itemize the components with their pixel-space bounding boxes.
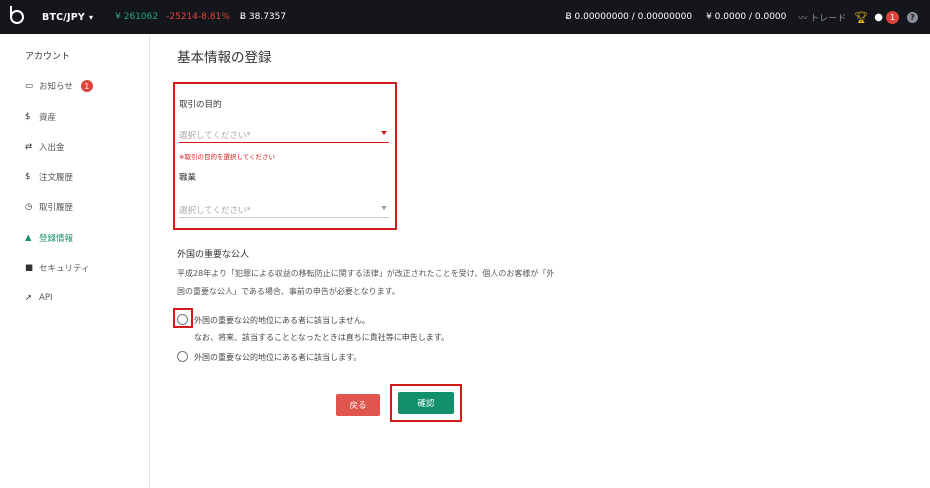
radio-option-applicable[interactable]: 外国の重要な公的地位にある者に該当します。 (177, 351, 362, 366)
caret-down-icon (381, 131, 387, 135)
sidebar-item-assets[interactable]: $ 資産 (25, 111, 56, 123)
sidebar-item-label: 注文履歴 (39, 173, 74, 183)
sidebar-item-deposit-withdraw[interactable]: ⇄ 入出金 (25, 141, 65, 153)
sidebar-item-security[interactable]: ■ セキュリティ (25, 262, 90, 274)
price-change: -25214-8.81% (166, 12, 230, 22)
sidebar-item-api[interactable]: ➚ API (25, 293, 52, 303)
sidebar-item-trade-history[interactable]: ◷ 取引履歴 (25, 201, 73, 213)
notification-count-badge: 1 (80, 80, 93, 92)
option1-line2: なお、将来、該当することとなったときは直ちに貴社等に申告します。 (194, 333, 449, 342)
logo-icon[interactable] (10, 6, 24, 24)
clock-icon: ◷ (25, 202, 33, 212)
sidebar: アカウント ▭ お知らせ 1 $ 資産 ⇄ 入出金 $ 注文履歴 ◷ 取引履歴 … (0, 34, 150, 488)
btc-balance: Ƀ 0.00000000 / 0.00000000 (565, 12, 693, 22)
notification-badge[interactable]: 1 (886, 10, 899, 24)
dollar-icon: $ (25, 112, 31, 122)
trade-link-label: トレード (810, 13, 847, 24)
sidebar-item-label: API (39, 293, 53, 303)
peps-paragraph-line1: 平成28年より「犯罪による収益の移転防止に関する法律」が改正されたことを受け、個… (177, 269, 555, 278)
sidebar-item-label: 登録情報 (39, 234, 74, 244)
sidebar-item-label: 取引履歴 (39, 203, 74, 213)
trade-link[interactable]: 〰 トレード (798, 11, 846, 24)
page-title: 基本情報の登録 (177, 50, 272, 66)
back-button[interactable]: 戻る (336, 394, 380, 416)
option2-label: 外国の重要な公的地位にある者に該当します。 (194, 353, 362, 362)
lock-icon: ■ (25, 263, 34, 273)
purpose-label: 取引の目的 (179, 100, 222, 110)
sidebar-item-notifications[interactable]: ▭ お知らせ 1 (25, 80, 93, 92)
pair-selector[interactable]: BTC/JPY ▾ (42, 12, 93, 23)
transfer-icon: ⇄ (25, 142, 33, 152)
user-icon[interactable]: ● (874, 12, 883, 23)
jpy-balance: ¥ 0.0000 / 0.0000 (706, 12, 787, 22)
peps-title: 外国の重要な公人 (177, 250, 250, 260)
peps-paragraph: 平成28年より「犯罪による収益の移転防止に関する法律」が改正されたことを受け、個… (177, 265, 554, 301)
sidebar-item-label: セキュリティ (39, 264, 90, 274)
radio-button-icon[interactable] (177, 351, 188, 362)
price-jpy: ¥ 261062 (115, 12, 159, 22)
sidebar-item-registration[interactable]: ▲ 登録情報 (25, 232, 73, 244)
dollar-icon: $ (25, 172, 31, 182)
option1-line1: 外国の重要な公的地位にある者に該当しません。 (194, 316, 370, 325)
inbox-icon: ▭ (25, 81, 34, 91)
radio-button-icon[interactable] (177, 314, 188, 325)
chevron-down-icon: ▾ (88, 12, 94, 22)
sidebar-item-label: お知らせ (39, 82, 73, 92)
confirm-button[interactable]: 確認 (398, 392, 454, 414)
trophy-icon[interactable]: 🏆︎ (854, 11, 868, 24)
top-bar: BTC/JPY ▾ ¥ 261062 -25214-8.81% Ƀ 38.7357… (0, 0, 930, 34)
trend-icon: 〰 (798, 13, 808, 24)
purpose-select[interactable]: 選択してください* (179, 125, 389, 143)
purpose-placeholder: 選択してください* (179, 131, 251, 141)
sidebar-item-order-history[interactable]: $ 注文履歴 (25, 171, 73, 183)
sidebar-item-label: 資産 (39, 113, 57, 123)
radio-option-not-applicable[interactable]: 外国の重要な公的地位にある者に該当しません。 なお、将来、該当することとなったと… (177, 312, 449, 346)
occupation-label: 職業 (179, 173, 197, 183)
occupation-select[interactable]: 選択してください* (179, 200, 389, 218)
pair-label: BTC/JPY (42, 11, 85, 23)
radio-option-label: 外国の重要な公的地位にある者に該当しません。 なお、将来、該当することとなったと… (194, 312, 449, 346)
purpose-error: ※取引の目的を選択してください (179, 153, 276, 161)
occupation-placeholder: 選択してください* (179, 206, 251, 216)
help-icon[interactable]: ? (907, 11, 918, 23)
sidebar-item-label: 入出金 (39, 143, 65, 153)
sidebar-title: アカウント (25, 52, 71, 62)
caret-down-icon (381, 206, 387, 210)
price-btc: Ƀ 38.7357 (239, 12, 287, 22)
peps-paragraph-line2: 国の重要な公人」である場合、事前の申告が必要となります。 (177, 287, 400, 296)
user-icon: ▲ (25, 233, 32, 243)
send-icon: ➚ (25, 293, 33, 303)
